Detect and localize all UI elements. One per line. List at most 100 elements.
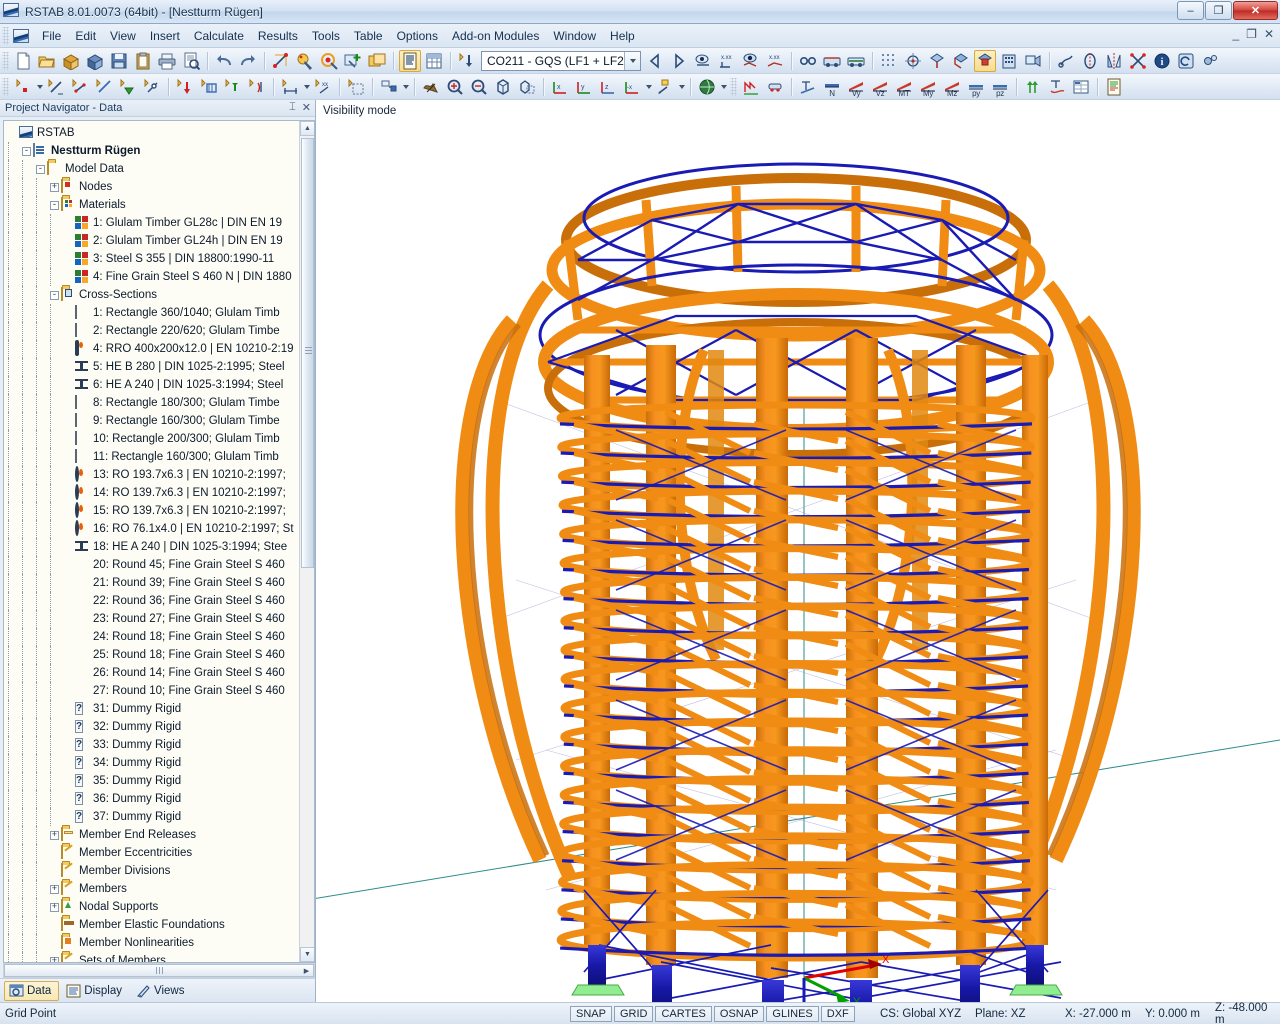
table-grid-icon[interactable]	[423, 50, 445, 72]
result-values-icon[interactable]: x.xx	[764, 50, 786, 72]
support-reactions-icon[interactable]	[764, 76, 786, 98]
menu-grip[interactable]	[2, 27, 9, 45]
load-case-combobox[interactable]: CO211 - GQS (LF1 + LF2)	[481, 51, 641, 71]
new-node-dropdown[interactable]	[35, 76, 44, 98]
view-in-x-icon[interactable]: x	[549, 76, 571, 98]
tree-item[interactable]: -Cross-Sections	[8, 286, 314, 304]
menu-tools[interactable]: Tools	[305, 26, 347, 46]
tree-item[interactable]: 2: Glulam Timber GL24h | DIN EN 19	[8, 232, 314, 250]
result-My-icon[interactable]: My	[917, 76, 939, 98]
render-model-icon[interactable]	[821, 50, 843, 72]
results-icon[interactable]	[692, 50, 714, 72]
result-diagram-icon[interactable]	[740, 50, 762, 72]
tab-data[interactable]: Data	[4, 981, 59, 1001]
mdi-close-button[interactable]: ✕	[1264, 27, 1274, 41]
tab-views[interactable]: Views	[132, 982, 191, 1000]
mirror-icon[interactable]	[1103, 50, 1125, 72]
menu-calculate[interactable]: Calculate	[187, 26, 251, 46]
tree-item[interactable]: 27: Round 10; Fine Grain Steel S 460	[8, 682, 314, 700]
menu-results[interactable]: Results	[251, 26, 305, 46]
grid-icon[interactable]	[878, 50, 900, 72]
view-in-y-icon[interactable]: y	[573, 76, 595, 98]
package-save-icon[interactable]	[84, 50, 106, 72]
new-support-icon[interactable]	[117, 76, 139, 98]
axes-view3-icon[interactable]	[974, 50, 996, 72]
building-icon[interactable]	[998, 50, 1020, 72]
scroll-down-arrow[interactable]: ▼	[300, 947, 315, 962]
tree-item[interactable]: ?36: Dummy Rigid	[8, 790, 314, 808]
scroll-thumb[interactable]	[301, 138, 314, 568]
tree-expander[interactable]: +	[50, 183, 59, 192]
zoom-all-icon[interactable]	[492, 76, 514, 98]
camera-view-icon[interactable]	[1022, 50, 1044, 72]
info-icon[interactable]: i	[1151, 50, 1173, 72]
mdi-minimize-button[interactable]: _	[1232, 27, 1239, 41]
tree-item[interactable]: 13: RO 193.7x6.3 | EN 10210-2:1997;	[8, 466, 314, 484]
tree-item[interactable]: 1: Glulam Timber GL28c | DIN EN 19	[8, 214, 314, 232]
minimize-button[interactable]: –	[1177, 1, 1204, 20]
tree-item[interactable]: Member Eccentricities	[8, 844, 314, 862]
clipboard-icon[interactable]	[132, 50, 154, 72]
tree-item[interactable]: ?37: Dummy Rigid	[8, 808, 314, 826]
tree-item[interactable]: 10: Rectangle 200/300; Glulam Timb	[8, 430, 314, 448]
new-member-icon[interactable]	[45, 76, 67, 98]
tree-item[interactable]: +Nodes	[8, 178, 314, 196]
result-Mz-icon[interactable]: Mz	[941, 76, 963, 98]
redo-arrow-icon[interactable]	[237, 50, 259, 72]
h-scroll-right-arrow[interactable]: ▶	[299, 964, 314, 977]
mdi-restore-button[interactable]: ❐	[1246, 27, 1257, 41]
rotate-icon[interactable]	[1079, 50, 1101, 72]
result-arrows-icon[interactable]	[1022, 76, 1044, 98]
tree-item[interactable]: ?35: Dummy Rigid	[8, 772, 314, 790]
result-MT-icon[interactable]: MT	[893, 76, 915, 98]
zoom-in-icon[interactable]	[444, 76, 466, 98]
menu-file[interactable]: File	[35, 26, 68, 46]
menu-insert[interactable]: Insert	[143, 26, 187, 46]
printer-icon[interactable]	[156, 50, 178, 72]
tree-item[interactable]: 14: RO 139.7x6.3 | EN 10210-2:1997;	[8, 484, 314, 502]
result-Vz-icon[interactable]: Vz	[869, 76, 891, 98]
snap-icon[interactable]	[902, 50, 924, 72]
tree-expander[interactable]: -	[36, 165, 45, 174]
tree-item[interactable]: 24: Round 18; Fine Grain Steel S 460	[8, 628, 314, 646]
menu-help[interactable]: Help	[603, 26, 642, 46]
select-special-icon[interactable]	[318, 50, 340, 72]
tree-item[interactable]: +Members	[8, 880, 314, 898]
result-Vy-icon[interactable]: Vy	[845, 76, 867, 98]
model-viewport-3d[interactable]: Visibility mode	[316, 100, 1280, 1002]
deformation-icon[interactable]	[740, 76, 762, 98]
member-load-icon[interactable]	[198, 76, 220, 98]
view-dropdown[interactable]	[644, 76, 653, 98]
open-folder-icon[interactable]	[36, 50, 58, 72]
tree-item[interactable]: 5: HE B 280 | DIN 1025-2:1995; Steel	[8, 358, 314, 376]
package-open-icon[interactable]	[60, 50, 82, 72]
dimension-dropdown[interactable]	[302, 76, 311, 98]
values-icon[interactable]: x.xx	[716, 50, 738, 72]
new-hinge-icon[interactable]	[141, 76, 163, 98]
printout-report-icon[interactable]	[399, 50, 421, 72]
comment-icon[interactable]: xx	[312, 76, 334, 98]
flag-cartes[interactable]: CARTES	[655, 1006, 711, 1022]
result-py-icon[interactable]: py	[965, 76, 987, 98]
axes-view1-icon[interactable]	[926, 50, 948, 72]
axes-view2-icon[interactable]	[950, 50, 972, 72]
flag-grid[interactable]: GRID	[614, 1006, 654, 1022]
tree-item[interactable]: 22: Round 36; Fine Grain Steel S 460	[8, 592, 314, 610]
tree-item[interactable]: 2: Rectangle 220/620; Glulam Timbe	[8, 322, 314, 340]
intersect-icon[interactable]	[1127, 50, 1149, 72]
result-N-icon[interactable]: N	[821, 76, 843, 98]
new-member2-icon[interactable]	[69, 76, 91, 98]
tree-item[interactable]: 16: RO 76.1x4.0 | EN 10210-2:1997; St	[8, 520, 314, 538]
tree-item[interactable]: ?32: Dummy Rigid	[8, 718, 314, 736]
tree-item[interactable]: +Member End Releases	[8, 826, 314, 844]
tree-item[interactable]: ?34: Dummy Rigid	[8, 754, 314, 772]
tree-item[interactable]: 3: Steel S 355 | DIN 18800:1990-11	[8, 250, 314, 268]
tree-expander[interactable]: -	[50, 201, 59, 210]
menu-addon-modules[interactable]: Add-on Modules	[445, 26, 546, 46]
selection-frame-icon[interactable]	[345, 76, 367, 98]
free-load-icon[interactable]	[222, 76, 244, 98]
visibility-dropdown[interactable]	[401, 76, 410, 98]
toolbar-grip-3[interactable]	[730, 78, 737, 96]
tab-display[interactable]: Display	[62, 982, 129, 1000]
prev-arrow-icon[interactable]	[644, 50, 666, 72]
